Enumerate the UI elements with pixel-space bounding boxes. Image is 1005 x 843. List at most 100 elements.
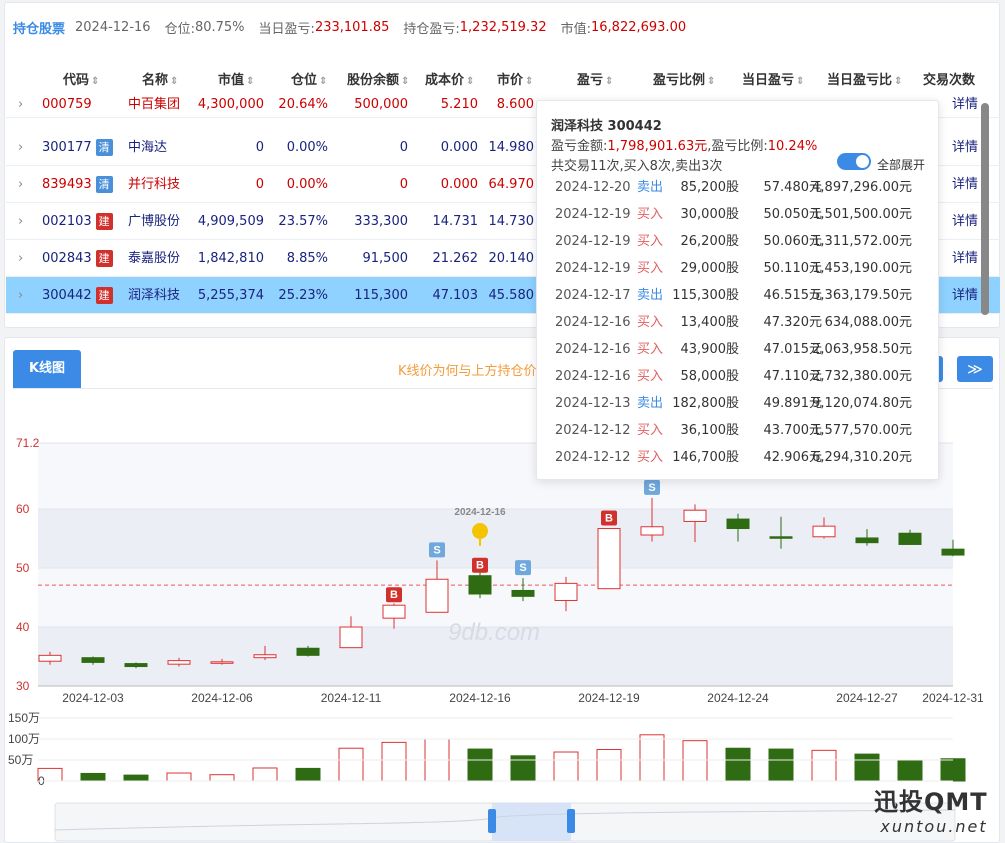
popup-pnl-value: 1,798,901.63元	[607, 139, 708, 154]
candle-body	[468, 575, 492, 595]
trade-side: 买入	[637, 234, 664, 249]
expand-all-toggle[interactable]	[837, 153, 871, 170]
trade-amount: 6,294,310.20元	[812, 450, 912, 465]
x-tick-label: 2024-12-06	[191, 691, 253, 705]
trade-date: 2024-12-12	[555, 423, 631, 438]
volume-bar	[467, 748, 493, 782]
trade-qty: 115,300股	[672, 288, 739, 303]
y-tick-label: 50	[16, 561, 30, 575]
candle-body	[640, 526, 664, 536]
brand-name: 迅投QMT	[874, 788, 988, 816]
trade-date: 2024-12-19	[555, 207, 631, 222]
candle-body	[769, 536, 793, 539]
trade-row: 2024-12-16 买入 43,900股 47.015元 2,063,958.50元	[537, 336, 937, 363]
y-tick-label: 30	[16, 679, 30, 693]
trade-flag-label: B	[605, 513, 613, 525]
volume-bar	[381, 741, 407, 782]
candle-body	[683, 509, 707, 522]
trade-side: 卖出	[637, 180, 664, 195]
brand-watermark: 迅投QMT xuntou.net	[874, 782, 988, 836]
popup-pnl-line: 盈亏金额:1,798,901.63元,盈亏比例:10.24%	[551, 135, 817, 154]
candle-body	[941, 548, 965, 556]
trade-date: 2024-12-16	[555, 369, 631, 384]
trade-flag-label: B	[390, 589, 398, 601]
trade-date: 2024-12-13	[555, 396, 631, 411]
trade-qty: 146,700股	[672, 450, 739, 465]
x-tick-label: 2024-12-11	[321, 691, 382, 705]
x-tick-label: 2024-12-31	[922, 691, 984, 705]
popup-title: 润泽科技 300442	[551, 119, 662, 134]
volume-bar	[811, 749, 837, 782]
trade-side: 买入	[637, 369, 664, 384]
trade-date: 2024-12-12	[555, 450, 631, 465]
x-tick-label: 2024-12-19	[578, 691, 640, 705]
trade-date: 2024-12-20	[555, 180, 631, 195]
trade-amount: 1,311,572.00元	[812, 234, 912, 249]
candle-body	[38, 654, 62, 662]
trade-amount: 9,120,074.80元	[812, 396, 912, 411]
x-tick-label: 2024-12-16	[449, 691, 511, 705]
trade-row: 2024-12-16 买入 58,000股 47.110元 2,732,380.00元	[537, 363, 937, 390]
volume-tick-label: 150万	[8, 711, 40, 725]
candle-body	[124, 663, 148, 668]
volume-bar	[596, 749, 622, 782]
candle-body	[253, 654, 277, 659]
trade-amount: 1,577,570.00元	[812, 423, 912, 438]
trade-qty: 182,800股	[672, 396, 739, 411]
candle-body	[81, 657, 105, 663]
candle-body	[812, 525, 836, 538]
site-watermark: 9db.com	[448, 619, 540, 646]
candle-body	[425, 578, 449, 613]
volume-bar	[166, 772, 192, 782]
volume-bar	[123, 774, 149, 782]
trade-date: 2024-12-16	[555, 342, 631, 357]
candle-body	[855, 537, 879, 544]
trade-row: 2024-12-19 买入 29,000股 50.110元 1,453,190.00元	[537, 255, 937, 282]
trade-row: 2024-12-13 卖出 182,800股 49.891元 9,120,074.80元	[537, 390, 937, 417]
trade-flag-label: S	[433, 544, 440, 556]
trade-qty: 85,200股	[680, 180, 740, 195]
popup-pnl-label: 盈亏金额:	[551, 139, 608, 154]
y-tick-label: 71.2	[16, 436, 40, 450]
volume-bar	[252, 767, 278, 782]
candle-body	[382, 604, 406, 619]
y-tick-label: 40	[16, 620, 30, 634]
x-tick-label: 2024-12-27	[836, 691, 898, 705]
trade-flag-label: B	[476, 560, 484, 572]
trade-side: 买入	[637, 261, 664, 276]
trade-row: 2024-12-20 卖出 85,200股 57.480元 4,897,296.00元	[537, 174, 937, 201]
volume-bar	[940, 758, 966, 782]
x-tick-label: 2024-12-24	[707, 691, 769, 705]
candle-body	[554, 582, 578, 601]
date-marker-label: 2024-12-16	[454, 507, 506, 518]
volume-bar	[725, 747, 751, 782]
trade-side: 买入	[637, 423, 664, 438]
brand-url: xuntou.net	[880, 817, 988, 836]
trade-amount: 2,732,380.00元	[812, 369, 912, 384]
trade-amount: 634,088.00元	[824, 315, 912, 330]
trade-row: 2024-12-17 卖出 115,300股 46.515元 5,363,179.50元	[537, 282, 937, 309]
trade-qty: 29,000股	[680, 261, 740, 276]
trade-side: 买入	[637, 342, 664, 357]
trade-side: 卖出	[637, 288, 664, 303]
trade-row: 2024-12-19 买入 26,200股 50.060元 1,311,572.00元	[537, 228, 937, 255]
trade-qty: 13,400股	[680, 315, 740, 330]
trade-date: 2024-12-16	[555, 315, 631, 330]
range-slider-window	[492, 803, 571, 841]
volume-bar	[768, 748, 794, 782]
x-tick-label: 2024-12-03	[62, 691, 124, 705]
trade-flag-label: S	[648, 482, 655, 494]
volume-bar	[295, 767, 321, 782]
popup-ratio-value: 10.24%	[767, 139, 818, 154]
popup-ratio-label: ,盈亏比例:	[707, 139, 768, 154]
range-handle-right	[567, 809, 575, 833]
candle-body	[726, 518, 750, 530]
expand-all-label: 全部展开	[877, 158, 926, 172]
trade-popup: 润泽科技 300442 盈亏金额:1,798,901.63元,盈亏比例:10.2…	[536, 100, 939, 480]
candle-body	[339, 626, 363, 649]
volume-bar	[80, 772, 106, 782]
trade-side: 卖出	[637, 396, 664, 411]
trade-row: 2024-12-12 买入 146,700股 42.906元 6,294,310.20元	[537, 444, 937, 471]
volume-bar	[639, 734, 665, 782]
candle-body	[597, 528, 621, 590]
